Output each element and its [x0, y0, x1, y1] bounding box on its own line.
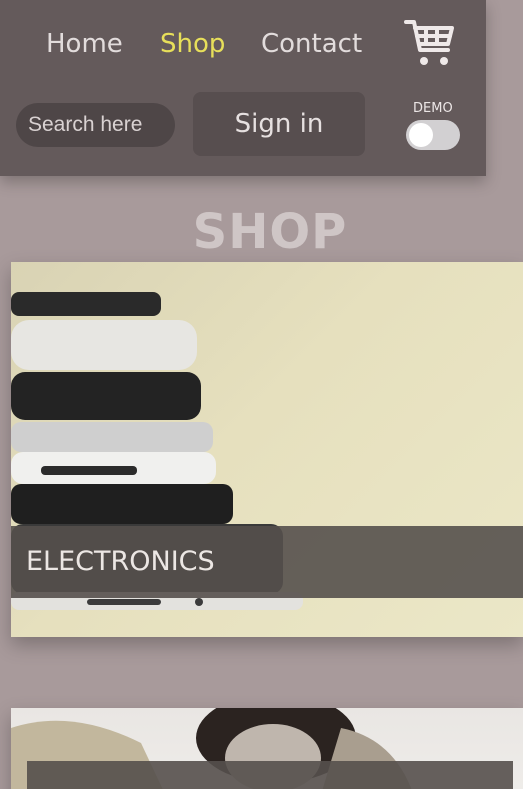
sign-in-button[interactable]: Sign in — [193, 92, 365, 156]
search-input[interactable] — [16, 103, 175, 147]
shopping-cart-icon[interactable] — [404, 18, 456, 68]
category-card-fashion[interactable] — [11, 708, 523, 789]
header: Home Shop Contact Sign in DEMO — [0, 0, 486, 176]
nav-contact-link[interactable]: Contact — [261, 27, 362, 61]
nav-home-link[interactable]: Home — [46, 27, 123, 61]
category-label: ELECTRONICS — [11, 526, 523, 598]
page-title: SHOP — [192, 204, 348, 260]
demo-label: DEMO — [413, 101, 453, 116]
toggle-knob — [409, 123, 433, 147]
category-label — [27, 761, 513, 789]
nav-shop-link[interactable]: Shop — [160, 27, 225, 61]
category-card-electronics[interactable]: ELECTRONICS — [11, 262, 523, 637]
demo-toggle[interactable] — [406, 120, 460, 150]
